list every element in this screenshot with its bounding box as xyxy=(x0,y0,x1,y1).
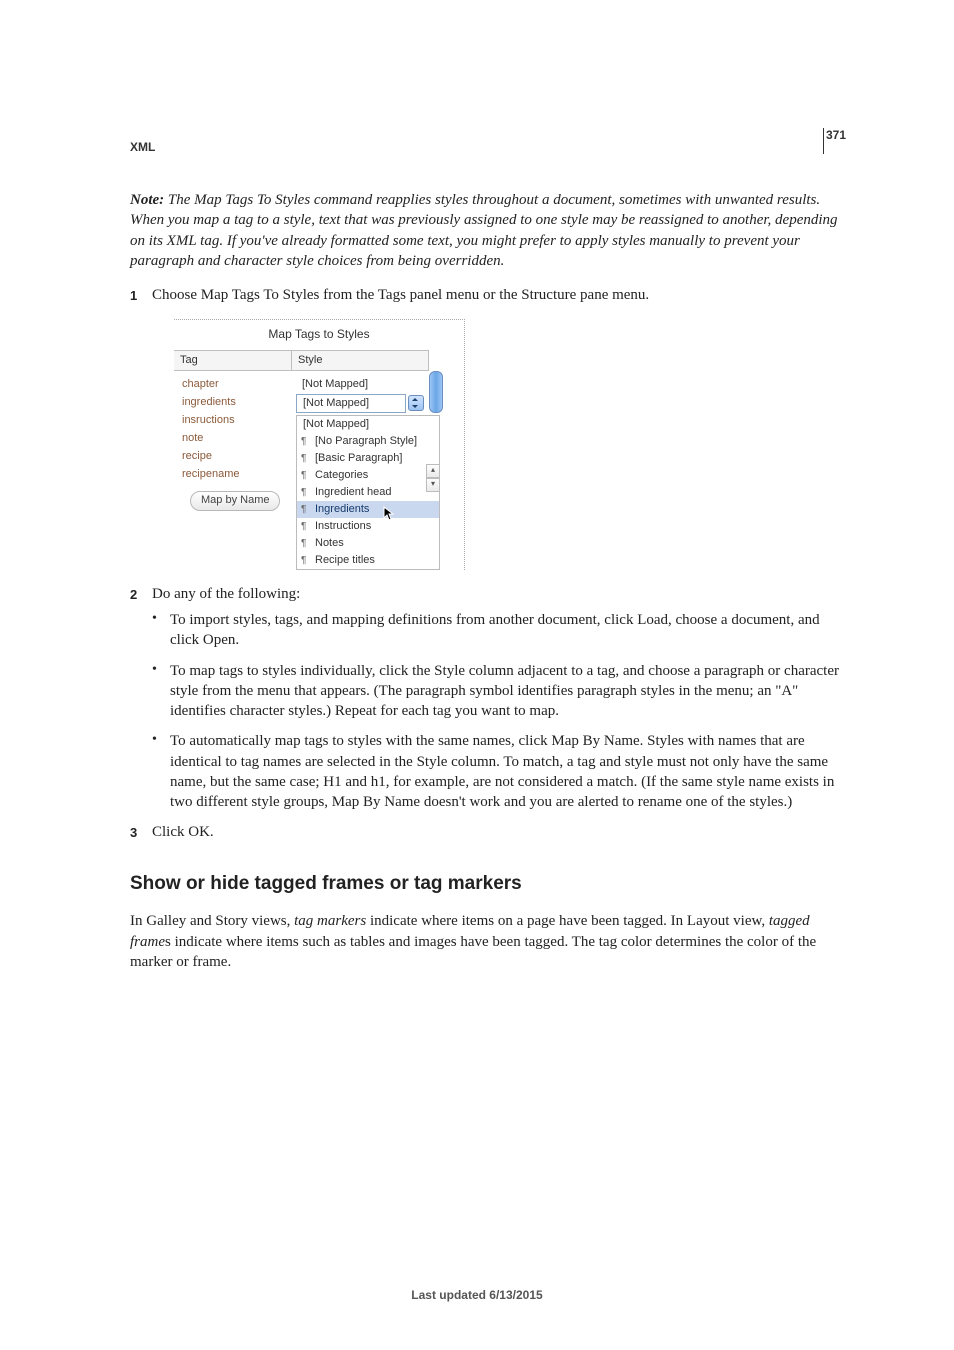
page-number-rule xyxy=(823,128,824,154)
scroll-up-button[interactable]: ▴ xyxy=(426,464,440,478)
dropdown-option[interactable]: ¶[Basic Paragraph] xyxy=(297,450,439,467)
paragraph-icon: ¶ xyxy=(301,434,306,449)
style-stepper[interactable] xyxy=(408,395,424,411)
subhead-paragraph: In Galley and Story views, tag markers i… xyxy=(130,911,844,972)
paragraph-icon: ¶ xyxy=(301,502,306,517)
paragraph-icon: ¶ xyxy=(301,519,306,534)
map-tags-dialog: Map Tags to Styles Tag Style chapter ing… xyxy=(174,319,465,570)
page-number: 371 xyxy=(826,128,846,142)
dropdown-option[interactable]: [Not Mapped] xyxy=(297,416,439,433)
tag-item[interactable]: ingredients xyxy=(182,393,292,411)
style-cell-not-mapped[interactable]: [Not Mapped] xyxy=(296,375,442,394)
step-2-bullet: To import styles, tags, and mapping defi… xyxy=(152,610,844,651)
tag-item[interactable]: recipe xyxy=(182,447,292,465)
paragraph-icon: ¶ xyxy=(301,553,306,568)
step-2-bullet: To automatically map tags to styles with… xyxy=(152,731,844,812)
col-header-tag[interactable]: Tag xyxy=(174,350,292,371)
style-dropdown-panel: [Not Mapped] ¶[No Paragraph Style] ¶[Bas… xyxy=(296,415,440,570)
step-2-intro: Do any of the following: xyxy=(152,586,300,602)
step-1-text: Choose Map Tags To Styles from the Tags … xyxy=(152,287,649,303)
paragraph-icon: ¶ xyxy=(301,451,306,466)
style-cell-field[interactable]: [Not Mapped] xyxy=(296,394,406,413)
col-header-style[interactable]: Style xyxy=(292,350,429,371)
subheading: Show or hide tagged frames or tag marker… xyxy=(130,871,844,897)
note-text: The Map Tags To Styles command reapplies… xyxy=(130,192,838,269)
dropdown-option[interactable]: ¶Notes xyxy=(297,535,439,552)
tag-item[interactable]: recipename xyxy=(182,465,292,483)
dialog-figure: Map Tags to Styles Tag Style chapter ing… xyxy=(174,319,844,570)
dropdown-option-selected[interactable]: ¶Ingredients xyxy=(297,501,439,518)
dropdown-option[interactable]: ¶[No Paragraph Style] xyxy=(297,433,439,450)
map-by-name-button[interactable]: Map by Name xyxy=(190,491,280,511)
tag-item[interactable]: insructions xyxy=(182,411,292,429)
step-2: Do any of the following: To import style… xyxy=(130,584,844,813)
dialog-title: Map Tags to Styles xyxy=(174,320,464,350)
italic-term: tag markers xyxy=(294,913,366,929)
scroll-down-button[interactable]: ▾ xyxy=(426,478,440,492)
step-2-bullet: To map tags to styles individually, clic… xyxy=(152,661,844,722)
step-3-text: Click OK. xyxy=(152,824,214,840)
dropdown-option[interactable]: ¶Instructions xyxy=(297,518,439,535)
dropdown-option[interactable]: ¶Categories xyxy=(297,467,439,484)
tag-item[interactable]: chapter xyxy=(182,375,292,393)
tag-item[interactable]: note xyxy=(182,429,292,447)
paragraph-icon: ¶ xyxy=(301,468,306,483)
paragraph-icon: ¶ xyxy=(301,536,306,551)
note-paragraph: Note: The Map Tags To Styles command rea… xyxy=(130,190,844,271)
note-label: Note: xyxy=(130,192,164,208)
dropdown-option[interactable]: ¶Recipe titles xyxy=(297,552,439,569)
step-1: Choose Map Tags To Styles from the Tags … xyxy=(130,285,844,570)
section-header: XML xyxy=(130,140,155,154)
page-footer: Last updated 6/13/2015 xyxy=(0,1288,954,1302)
scrollbar-thumb[interactable] xyxy=(429,371,443,413)
dropdown-option[interactable]: ¶Ingredient head xyxy=(297,484,439,501)
step-3: Click OK. xyxy=(130,822,844,842)
cursor-icon xyxy=(383,506,397,522)
paragraph-icon: ¶ xyxy=(301,485,306,500)
